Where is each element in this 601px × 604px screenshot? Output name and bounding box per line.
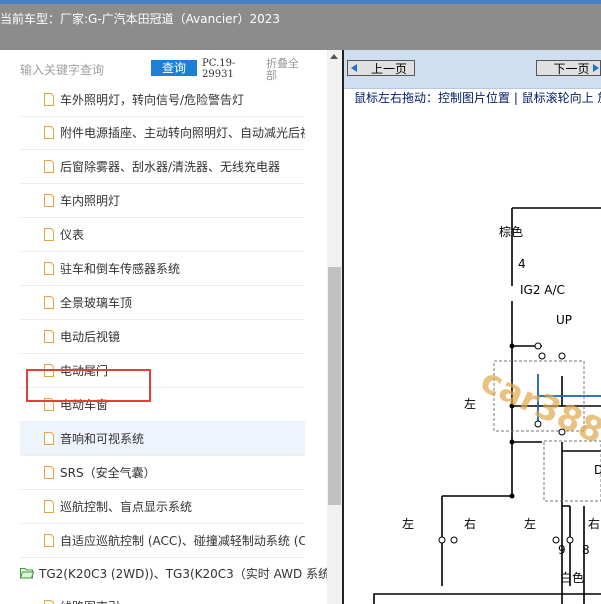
document-icon (44, 93, 54, 106)
tree-item[interactable]: 车内照明灯 (20, 184, 305, 218)
tree-item[interactable]: 线路图索引 (20, 590, 305, 604)
document-icon (44, 466, 54, 479)
label-d: D (594, 463, 601, 477)
document-icon (44, 296, 54, 309)
tree-item-label: 全景玻璃车顶 (60, 296, 133, 310)
label-up: UP (556, 313, 572, 327)
collapse-all-button[interactable]: 折叠全部 (266, 58, 306, 82)
tree-folder-label: TG2(K20C3 (2WD))、TG3(K20C3（实时 AWD 系统）) (39, 567, 341, 581)
folder-open-icon (20, 568, 34, 579)
document-icon (44, 534, 54, 547)
terminal (450, 536, 458, 544)
tree-item[interactable]: 后窗除雾器、刮水器/清洗器、无线充电器 (20, 150, 305, 184)
label-brown: 棕色 (499, 224, 523, 239)
label-white: 白色 (560, 570, 584, 585)
label-left-2: 左 (402, 516, 414, 531)
tree-item-label: 巡航控制、盲点显示系统 (60, 500, 193, 514)
tree-item-label: 后窗除雾器、刮水器/清洗器、无线充电器 (60, 160, 281, 174)
tree-item-label: 音响和可视系统 (60, 432, 145, 446)
tree-item-label: 车外照明灯，转向信号/危险警告灯 (60, 93, 245, 107)
tree-item[interactable]: SRS（安全气囊） (20, 456, 305, 490)
current-car-label: 当前车型：厂家:G-广汽本田冠道（Avancier）2023 (0, 12, 281, 26)
junction (509, 439, 515, 445)
tree-item-label: SRS（安全气囊） (60, 466, 156, 480)
wiring-diagram[interactable]: car388 棕色 4 IG2 A/C UP 左 左 右 左 右 D 9 8 白… (344, 106, 601, 604)
prev-page-label: 上一页 (370, 62, 407, 76)
document-icon (44, 262, 54, 275)
tree-item-label: 驻车和倒车传感器系统 (60, 262, 181, 276)
search-input[interactable] (20, 61, 145, 79)
junction (509, 493, 515, 499)
top-bar: 当前车型：厂家:G-广汽本田冠道（Avancier）2023 (0, 0, 601, 50)
left-panel: 查询 PC.19-29931 折叠全部 车外照明灯，转向信号/危险警告灯 附件电… (0, 50, 342, 604)
tree-item-label: 仪表 (60, 228, 85, 242)
pc-code: PC.19-29931 (202, 58, 236, 80)
label-left-3: 左 (524, 516, 536, 531)
next-page-label: 下一页 (553, 62, 590, 76)
label-left-1: 左 (464, 396, 476, 411)
terminal (566, 536, 574, 544)
tree-item-label: 线路图索引 (60, 590, 120, 604)
label-pin8: 8 (582, 543, 590, 557)
tree-item[interactable]: 全景玻璃车顶 (20, 286, 305, 320)
viewer-toolbar: 上一页 下一页 (344, 50, 601, 88)
next-page-button[interactable]: 下一页 (536, 60, 601, 76)
scrollbar[interactable] (327, 50, 342, 604)
label-pin9: 9 (558, 543, 566, 557)
tree-item[interactable]: 车外照明灯，转向信号/危险警告灯 (20, 83, 305, 117)
tree-item[interactable]: 自适应巡航控制 (ACC)、碰撞减轻制动系统 (CMBS) (20, 524, 305, 558)
label-pin4: 4 (518, 257, 526, 271)
document-icon (44, 228, 54, 241)
tree-item[interactable]: 巡航控制、盲点显示系统 (20, 490, 305, 524)
label-right-1: 右 (464, 516, 476, 531)
label-ig2: IG2 A/C (520, 283, 565, 297)
arrow-left-icon (351, 64, 357, 72)
tree-item[interactable]: 电动后视镜 (20, 320, 305, 354)
tree-item-label: 自适应巡航控制 (ACC)、碰撞减轻制动系统 (CMBS) (60, 534, 305, 548)
tree-item[interactable]: 仪表 (20, 218, 305, 252)
label-right-2: 右 (588, 516, 600, 531)
tree-item-label: 车内照明灯 (60, 194, 121, 208)
diagram-viewer: 上一页 下一页 鼠标左右拖动：控制图片位置 | 鼠标滚轮向上 放大 car388… (344, 50, 601, 604)
tree-item-label: 附件电源插座、主动转向照明灯、自动减光后视镜 (60, 126, 305, 140)
document-icon (44, 330, 54, 343)
tree-item-selected[interactable]: 音响和可视系统 (20, 422, 305, 456)
junction (509, 343, 515, 349)
tree-item-label: 电动后视镜 (60, 330, 121, 344)
document-icon (44, 500, 54, 513)
prev-page-button[interactable]: 上一页 (347, 60, 415, 76)
terminal (558, 352, 566, 360)
document-icon (44, 432, 54, 445)
window-strip (0, 0, 601, 4)
document-icon (44, 600, 54, 604)
document-icon (44, 194, 54, 207)
highlight-box (26, 369, 151, 402)
scrollbar-thumb[interactable] (328, 267, 341, 505)
query-button[interactable]: 查询 (151, 60, 197, 76)
terminal (438, 536, 446, 544)
terminal (534, 342, 542, 350)
wire (373, 593, 601, 604)
document-icon (44, 160, 54, 173)
arrow-right-icon (593, 64, 599, 72)
viewer-hint: 鼠标左右拖动：控制图片位置 | 鼠标滚轮向上 放大 (344, 88, 601, 106)
tree-item[interactable]: 驻车和倒车传感器系统 (20, 252, 305, 286)
terminal (538, 352, 546, 360)
tree-item[interactable]: 附件电源插座、主动转向照明灯、自动减光后视镜 (20, 116, 305, 150)
document-icon (44, 126, 54, 139)
scroll-up-icon[interactable] (330, 54, 338, 59)
